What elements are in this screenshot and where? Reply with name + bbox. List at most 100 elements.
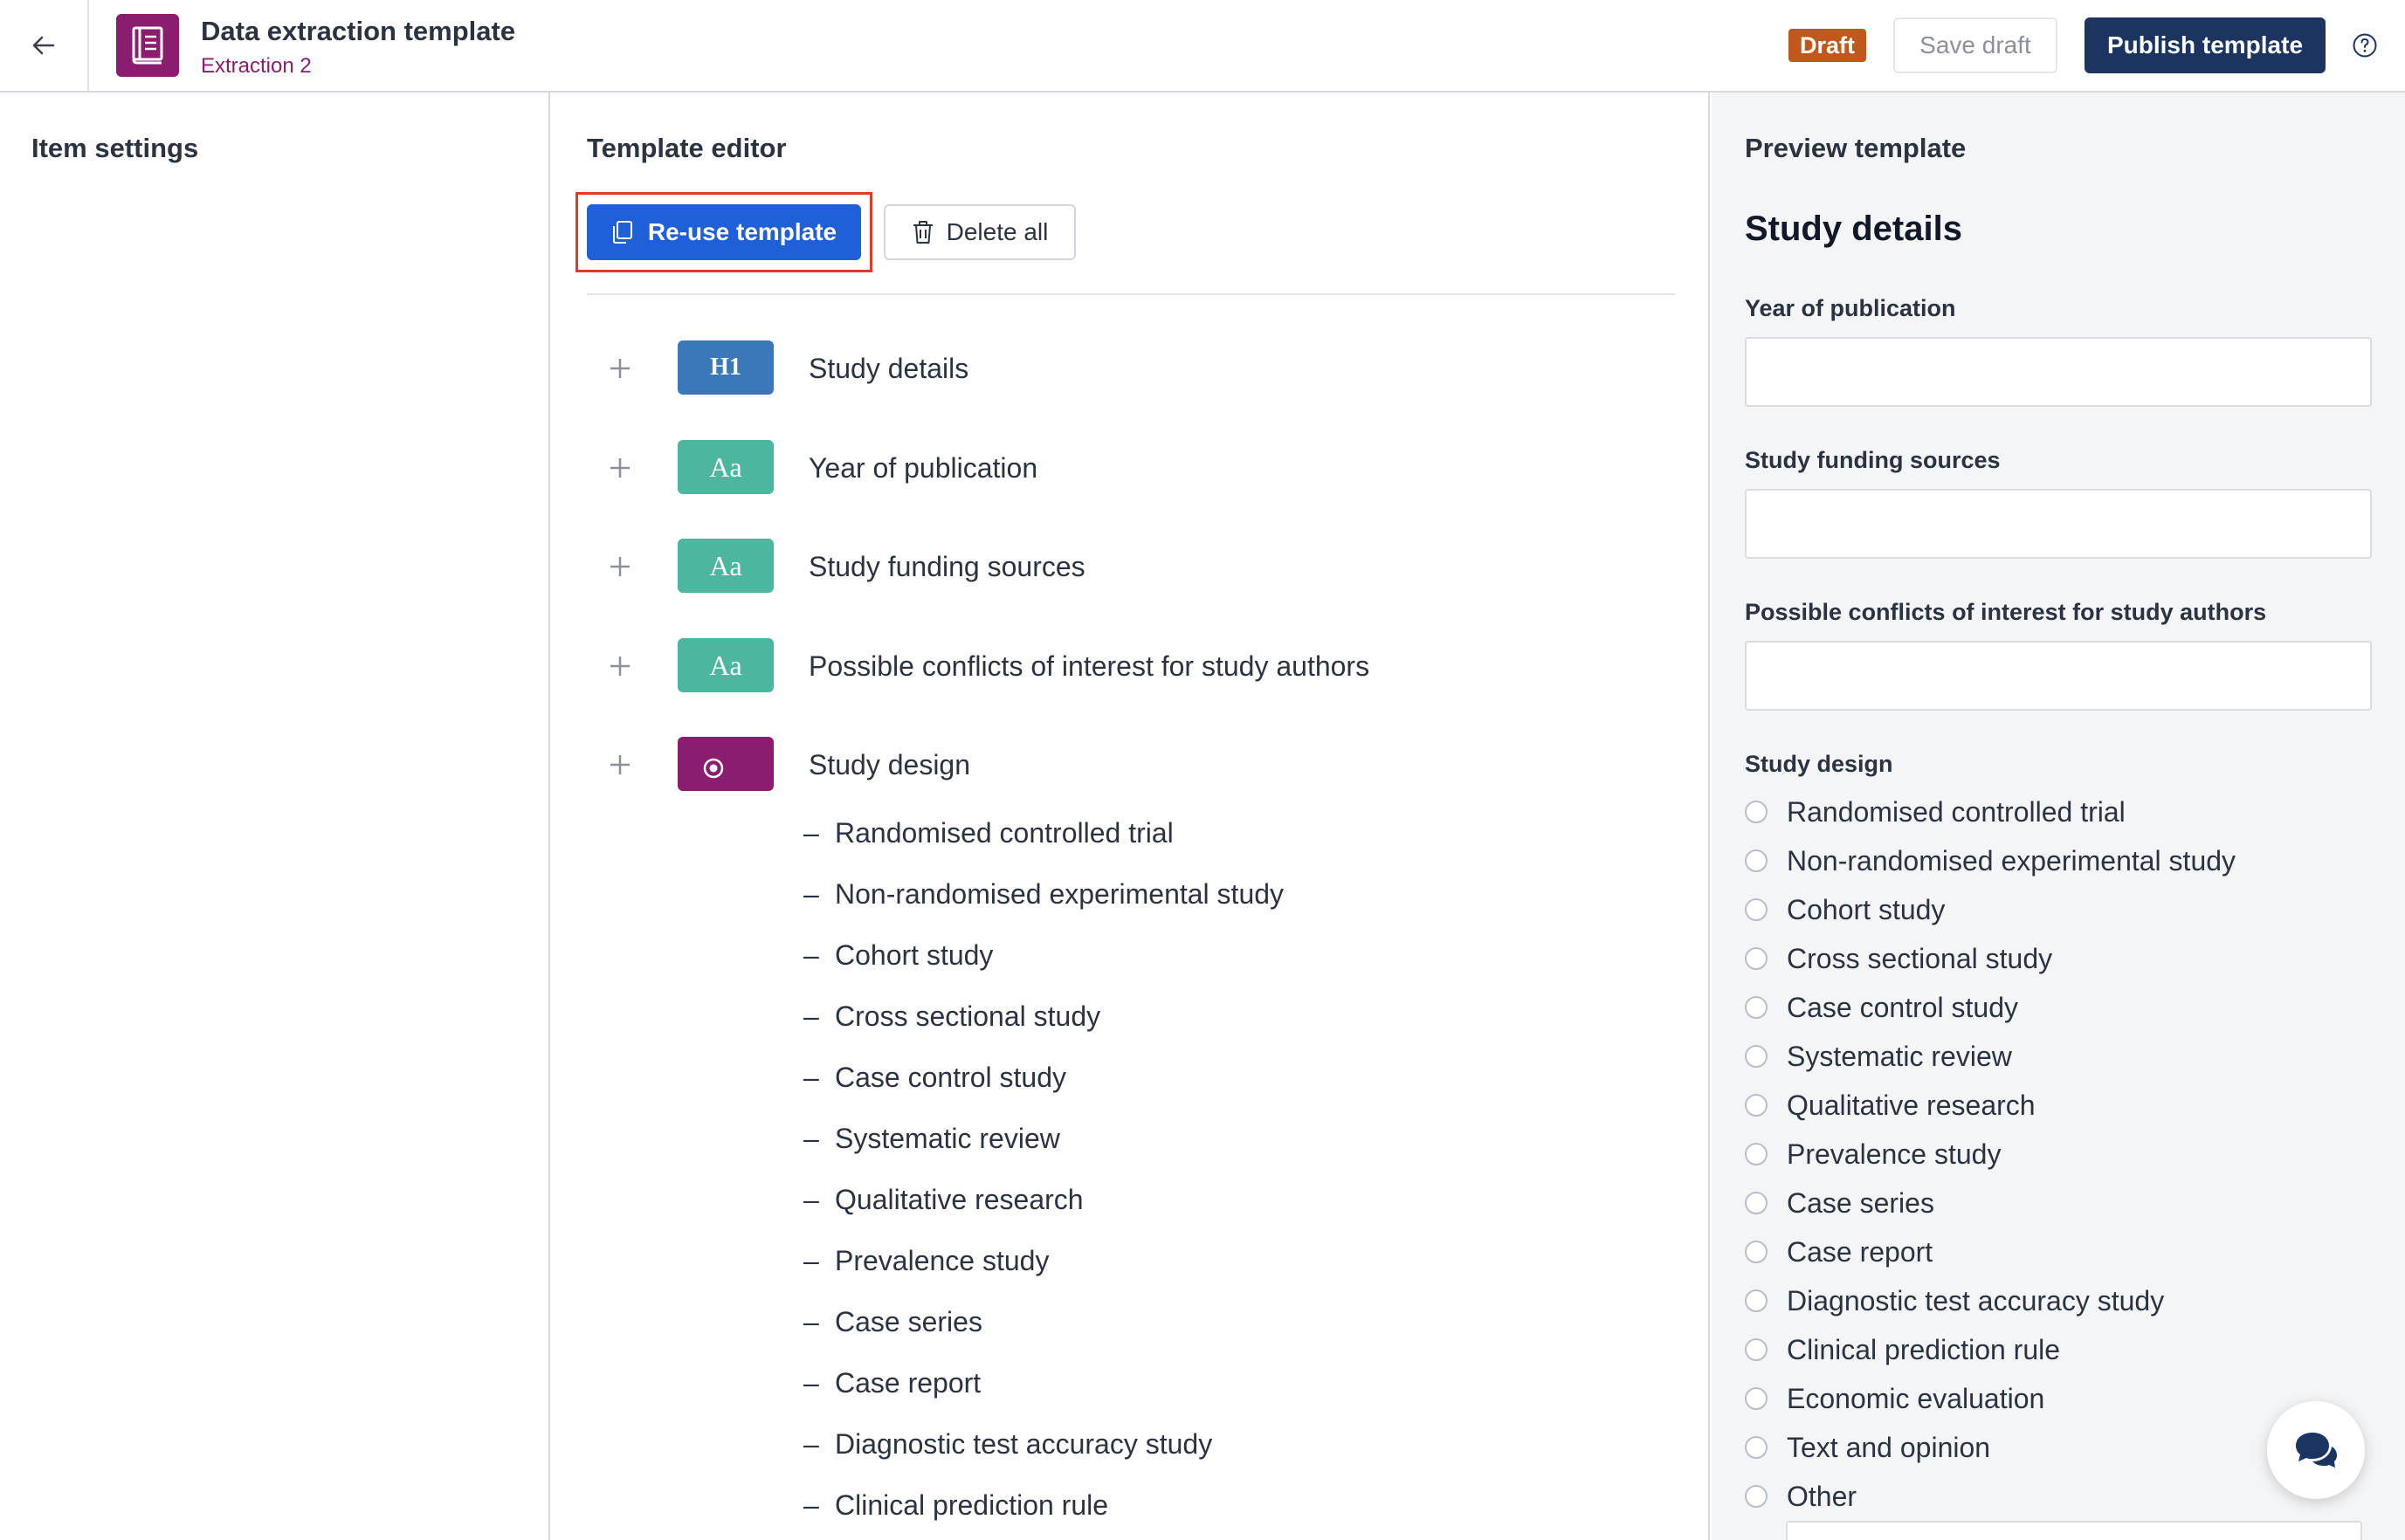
radio-circle[interactable] — [1745, 898, 1768, 921]
radio-option[interactable]: Text and opinion — [1745, 1430, 1990, 1465]
text-type-chip: Aa — [678, 440, 774, 494]
field-label: Year of publication — [1745, 295, 1956, 321]
help-button[interactable] — [2351, 31, 2379, 59]
radio-circle[interactable] — [1745, 801, 1768, 823]
heading-type-chip: H1 — [678, 340, 774, 395]
plus-icon — [610, 458, 630, 478]
template-editor-panel: Template editor Re-use template Delete a… — [552, 93, 1710, 1540]
template-item-study-design[interactable]: Study design — [552, 737, 1687, 793]
radio-circle[interactable] — [1745, 1387, 1768, 1410]
chat-bubbles-icon — [2296, 1433, 2337, 1468]
template-item-study-funding-sources[interactable]: Aa Study funding sources — [552, 539, 1687, 595]
chat-button[interactable] — [2267, 1401, 2365, 1499]
add-item-button[interactable] — [606, 354, 634, 382]
radio-circle[interactable] — [1745, 1436, 1768, 1459]
add-item-button[interactable] — [606, 553, 634, 581]
plus-icon — [610, 557, 630, 576]
radio-circle[interactable] — [1745, 1338, 1768, 1361]
radio-option[interactable]: Case report — [1745, 1234, 1933, 1269]
radio-circle[interactable] — [1745, 1485, 1768, 1508]
template-item-study-details[interactable]: H1 Study details — [552, 340, 1687, 396]
question-circle-icon — [2353, 33, 2377, 58]
add-item-button[interactable] — [606, 454, 634, 482]
radio-option[interactable]: Case control study — [1745, 990, 2018, 1025]
radio-circle[interactable] — [1745, 996, 1768, 1019]
radio-option[interactable]: Cohort study — [1745, 892, 1945, 927]
radio-group-label: Study design — [1745, 751, 1893, 777]
radio-button-icon — [703, 758, 724, 779]
item-label: Study funding sources — [809, 551, 1085, 582]
radio-circle[interactable] — [1745, 1094, 1768, 1117]
add-item-button[interactable] — [606, 751, 634, 779]
field-label: Study funding sources — [1745, 447, 2001, 473]
option-item: – Case series — [803, 1306, 982, 1337]
copy-icon — [612, 221, 632, 244]
conflicts-of-interest-input[interactable] — [1745, 641, 2372, 711]
plus-icon — [610, 755, 630, 774]
item-label: Possible conflicts of interest for study… — [809, 650, 1370, 682]
item-settings-title: Item settings — [31, 133, 199, 163]
preview-section-heading: Study details — [1745, 210, 1962, 248]
plus-icon — [610, 359, 630, 378]
option-item: – Clinical prediction rule — [803, 1489, 1109, 1521]
text-type-chip: Aa — [678, 539, 774, 593]
option-item: – Cross sectional study — [803, 1000, 1101, 1032]
radio-circle[interactable] — [1745, 1289, 1768, 1312]
field-label: Possible conflicts of interest for study… — [1745, 599, 2267, 625]
radio-circle[interactable] — [1745, 947, 1768, 970]
radio-circle[interactable] — [1745, 1192, 1768, 1214]
radio-option[interactable]: Qualitative research — [1745, 1088, 2036, 1123]
radio-circle[interactable] — [1745, 1241, 1768, 1263]
option-item: – Case control study — [803, 1062, 1067, 1093]
status-badge: Draft — [1788, 29, 1867, 62]
radio-option[interactable]: Other — [1745, 1479, 1857, 1514]
radio-circle[interactable] — [1745, 1045, 1768, 1068]
text-type-chip: Aa — [678, 638, 774, 692]
save-draft-button[interactable]: Save draft — [1893, 17, 2057, 73]
book-icon — [132, 26, 163, 65]
radio-option[interactable]: Clinical prediction rule — [1745, 1332, 2060, 1367]
radio-circle[interactable] — [1745, 1143, 1768, 1165]
delete-all-label: Delete all — [946, 218, 1049, 245]
option-item: – Non-randomised experimental study — [803, 878, 1285, 910]
option-item: – Systematic review — [803, 1123, 1060, 1154]
option-item: – Randomised controlled trial — [803, 817, 1174, 849]
item-label: Study details — [809, 353, 969, 384]
radio-option[interactable]: Cross sectional study — [1745, 941, 2052, 976]
top-bar: Data extraction template Extraction 2 Dr… — [0, 0, 2405, 93]
radio-option[interactable]: Systematic review — [1745, 1039, 2012, 1074]
preview-template-title: Preview template — [1745, 133, 1967, 163]
plus-icon — [610, 657, 630, 676]
option-item: – Case report — [803, 1367, 982, 1399]
radio-option[interactable]: Economic evaluation — [1745, 1381, 2044, 1416]
radio-option[interactable]: Non-randomised experimental study — [1745, 843, 2236, 878]
back-button[interactable] — [0, 0, 89, 91]
publish-template-button[interactable]: Publish template — [2085, 17, 2326, 73]
item-settings-panel: Item settings — [0, 93, 550, 1540]
template-item-year-of-publication[interactable]: Aa Year of publication — [552, 440, 1687, 496]
delete-all-button[interactable]: Delete all — [884, 204, 1076, 260]
radio-option[interactable]: Case series — [1745, 1186, 1934, 1220]
reuse-template-label: Re-use template — [647, 218, 837, 245]
radio-option[interactable]: Diagnostic test accuracy study — [1745, 1283, 2164, 1318]
page-subtitle: Extraction 2 — [201, 54, 312, 78]
radio-type-chip — [678, 737, 774, 791]
radio-option[interactable]: Prevalence study — [1745, 1137, 2001, 1172]
radio-circle[interactable] — [1745, 849, 1768, 872]
template-logo — [116, 14, 179, 77]
add-item-button[interactable] — [606, 652, 634, 680]
preview-template-panel: Preview template Study details Year of p… — [1712, 93, 2405, 1540]
reuse-template-button[interactable]: Re-use template — [587, 204, 861, 260]
option-item: – Prevalence study — [803, 1245, 1050, 1276]
funding-sources-input[interactable] — [1745, 489, 2372, 559]
option-item: – Qualitative research — [803, 1184, 1084, 1215]
radio-option[interactable]: Randomised controlled trial — [1745, 794, 2126, 829]
template-item-conflicts-of-interest[interactable]: Aa Possible conflicts of interest for st… — [552, 638, 1687, 694]
year-of-publication-input[interactable] — [1745, 337, 2372, 407]
other-text-input[interactable] — [1786, 1521, 2362, 1540]
item-label: Study design — [809, 749, 971, 780]
trash-icon — [913, 221, 933, 244]
arrow-left-icon — [32, 36, 55, 55]
item-label: Year of publication — [809, 452, 1038, 484]
page-title: Data extraction template — [201, 16, 516, 46]
